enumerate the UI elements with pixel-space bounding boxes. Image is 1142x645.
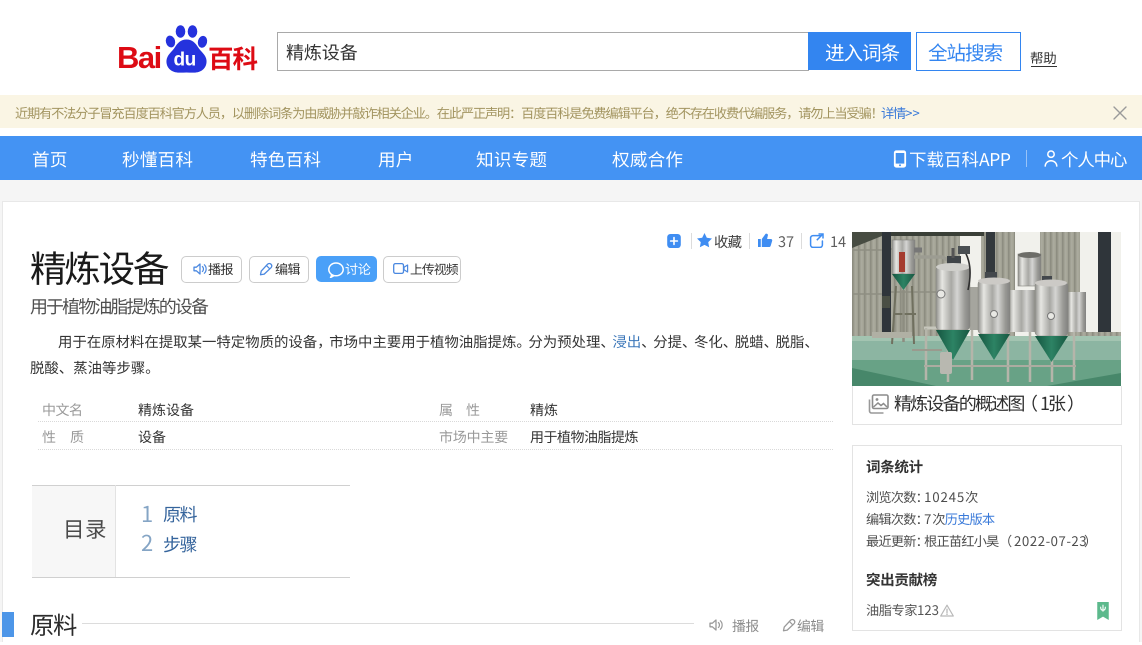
svg-text:du: du bbox=[174, 50, 196, 71]
svg-text:Bai: Bai bbox=[117, 40, 161, 74]
